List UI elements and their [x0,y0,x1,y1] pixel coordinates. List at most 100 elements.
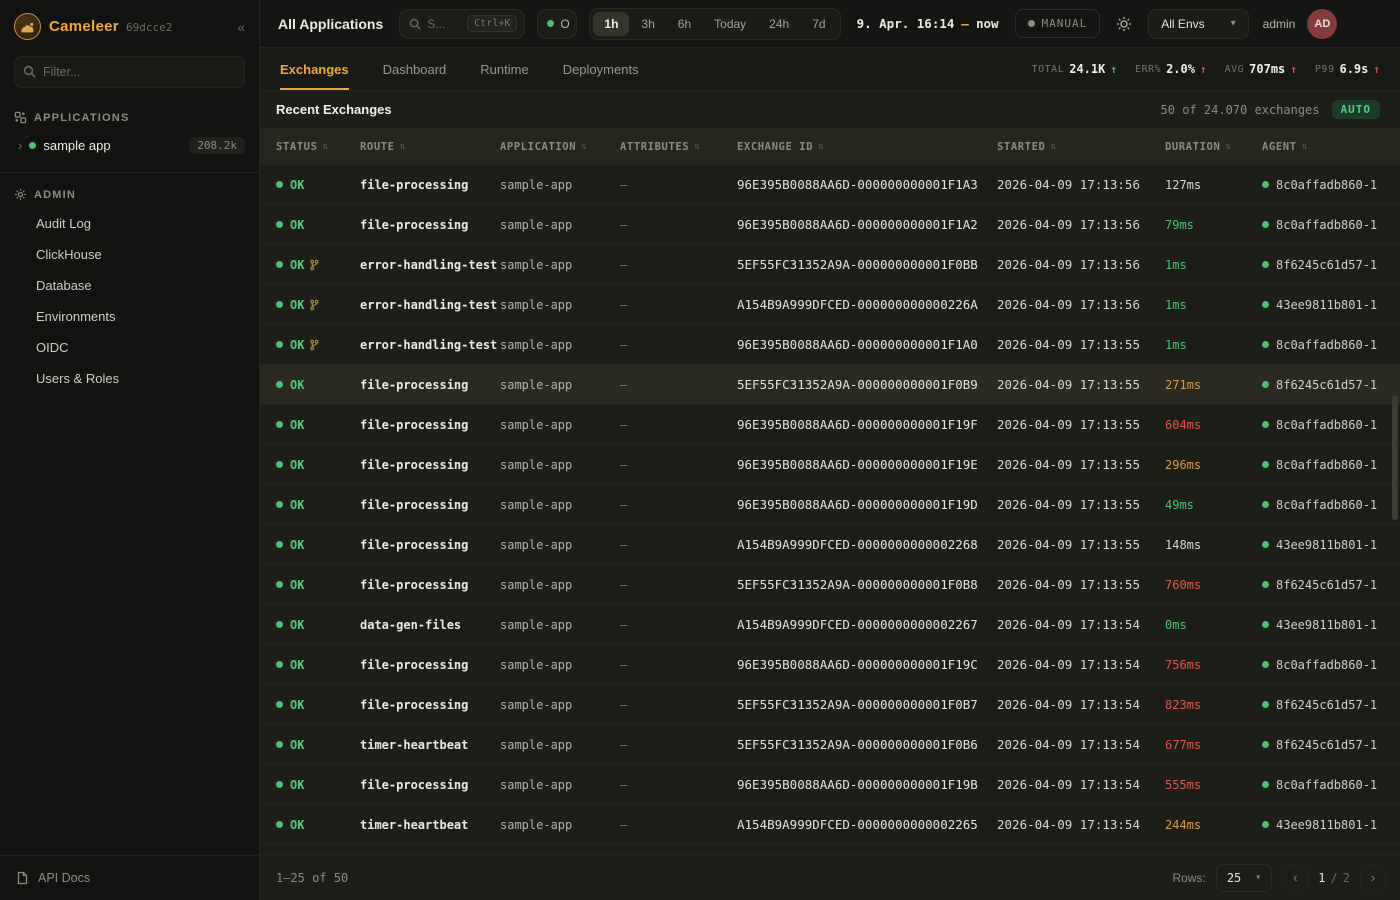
table-row[interactable]: OKfile-processingsample-app—5EF55FC31352… [260,565,1400,605]
avatar[interactable]: AD [1307,9,1337,39]
column-header-started[interactable]: STARTED⇅ [997,141,1165,153]
sidebar-item-audit-log[interactable]: Audit Log [0,208,259,239]
sidebar-item-environments[interactable]: Environments [0,301,259,332]
api-docs-link[interactable]: API Docs [0,855,259,900]
chevron-down-icon: ▾ [1231,18,1236,29]
app-status-dot [29,142,36,149]
tab-deployments[interactable]: Deployments [563,48,639,90]
table-row[interactable]: OKfile-processingsample-app—5EF55FC31352… [260,365,1400,405]
tab-runtime[interactable]: Runtime [480,48,528,90]
table-row[interactable]: OKfile-processingsample-app—96E395B0088A… [260,765,1400,805]
sort-icon: ⇅ [1225,142,1231,152]
stat-total: TOTAL24.1K↑ [1032,62,1117,76]
app-instance-id: 69dcce2 [126,21,172,34]
table-row[interactable]: OKfile-processingsample-app—A154B9A999DF… [260,525,1400,565]
rows-per-page-select[interactable]: 25 ▾ [1216,864,1272,892]
sidebar-item-users-roles[interactable]: Users & Roles [0,363,259,394]
theme-toggle-button[interactable] [1112,12,1136,36]
live-toggle[interactable]: O [537,9,577,39]
status-ok-dot [276,181,283,188]
duration-cell: 79ms [1165,218,1262,232]
table-row[interactable]: OKfile-processingsample-app—96E395B0088A… [260,445,1400,485]
sidebar-item-clickhouse[interactable]: ClickHouse [0,239,259,270]
scrollbar-thumb[interactable] [1392,395,1398,520]
trend-up-icon: ↑ [1110,63,1117,76]
filter-input[interactable] [14,56,245,88]
manual-refresh-button[interactable]: MANUAL [1015,9,1101,38]
table-row[interactable]: OKfile-processingsample-app—96E395B0088A… [260,645,1400,685]
table-row[interactable]: OKfile-processingsample-app—96E395B0088A… [260,485,1400,525]
route-cell: file-processing [360,458,500,472]
tabs-row: Exchanges Dashboard Runtime Deployments TOT… [260,48,1400,91]
environments-dropdown[interactable]: All Envs ▾ [1148,9,1248,39]
table-body: OKfile-processingsample-app—96E395B0088A… [260,165,1400,854]
duration-cell: 127ms [1165,178,1262,192]
sidebar-item-sample-app[interactable]: › sample app 208.2k [0,131,259,160]
exchange-id-cell: A154B9A999DFCED-0000000000002265 [737,817,997,832]
table-row[interactable]: OKtimer-heartbeatsample-app—A154B9A999DF… [260,805,1400,845]
status-label: OK [290,698,304,712]
status-cell: OK [276,338,360,352]
stat-p99: P996.9s↑ [1315,62,1380,76]
column-header-status[interactable]: STATUS⇅ [276,141,360,153]
table-row[interactable]: OKfile-processingsample-app—96E395B0088A… [260,405,1400,445]
column-header-route[interactable]: ROUTE⇅ [360,141,500,153]
tab-dashboard[interactable]: Dashboard [383,48,447,90]
status-cell: OK [276,818,360,832]
auto-refresh-badge[interactable]: AUTO [1332,100,1381,119]
admin-section-header: ADMIN [0,179,259,208]
table-row[interactable]: OKerror-handling-testsample-app—96E395B0… [260,325,1400,365]
global-search[interactable]: Ctrl+K [399,9,525,39]
date-range[interactable]: 9. Apr. 16:14 – now [857,16,999,31]
time-range-7d[interactable]: 7d [801,12,836,36]
table-row[interactable]: OKfile-processingsample-app—96E395B0088A… [260,205,1400,245]
duration-cell: 244ms [1165,818,1262,832]
agent-status-dot [1262,821,1269,828]
time-range-24h[interactable]: 24h [758,12,800,36]
table-row[interactable]: OKdata-gen-filessample-app—A154B9A999DFC… [260,605,1400,645]
started-cell: 2026-04-09 17:13:56 [997,297,1165,312]
table-row[interactable]: OKerror-handling-testsample-app—5EF55FC3… [260,245,1400,285]
applications-section-label: APPLICATIONS [34,112,129,124]
table-row[interactable]: OKfile-processingsample-app—96E395B0088A… [260,165,1400,205]
tab-exchanges[interactable]: Exchanges [280,48,349,90]
previous-page-button[interactable]: ‹ [1282,865,1308,891]
time-range-group: 1h3h6hToday24h7d [589,8,840,40]
next-page-button[interactable]: › [1360,865,1386,891]
time-range-3h[interactable]: 3h [630,12,665,36]
attributes-cell: — [620,778,737,792]
agent-cell: 8c0affadb860-1 [1262,338,1384,352]
time-range-1h[interactable]: 1h [593,12,629,36]
sidebar-item-database[interactable]: Database [0,270,259,301]
column-header-application[interactable]: APPLICATION⇅ [500,141,620,153]
table-row[interactable]: OKtimer-heartbeatsample-app—5EF55FC31352… [260,725,1400,765]
main-area: All Applications Ctrl+K O 1h3h6hToday24h… [260,0,1400,900]
status-label: OK [290,218,304,232]
column-header-exchange-id[interactable]: EXCHANGE ID⇅ [737,141,997,153]
column-header-agent[interactable]: AGENT⇅ [1262,141,1384,153]
attributes-cell: — [620,658,737,672]
agent-status-dot [1262,741,1269,748]
column-header-attributes[interactable]: ATTRIBUTES⇅ [620,141,737,153]
chevron-right-icon: › [18,138,22,153]
stat-label: AVG [1225,64,1245,75]
time-range-6h[interactable]: 6h [667,12,702,36]
column-header-duration[interactable]: DURATION⇅ [1165,141,1262,153]
time-range-today[interactable]: Today [703,12,757,36]
table-row[interactable]: OKerror-handling-testsample-app—A154B9A9… [260,285,1400,325]
search-icon [409,18,421,30]
application-cell: sample-app [500,338,620,352]
status-cell: OK [276,618,360,632]
agent-cell: 8c0affadb860-1 [1262,218,1384,232]
agent-id: 43ee9811b801-1 [1276,538,1377,552]
search-input[interactable] [427,17,461,31]
attributes-cell: — [620,498,737,512]
agent-cell: 43ee9811b801-1 [1262,298,1384,312]
agent-cell: 8c0affadb860-1 [1262,458,1384,472]
table-toolbar: Recent Exchanges 50 of 24.070 exchanges … [260,91,1400,128]
table-row[interactable]: OKfile-processingsample-app—5EF55FC31352… [260,685,1400,725]
status-cell: OK [276,418,360,432]
sidebar-collapse-button[interactable]: « [237,19,245,35]
duration-cell: 1ms [1165,298,1262,312]
sidebar-item-oidc[interactable]: OIDC [0,332,259,363]
